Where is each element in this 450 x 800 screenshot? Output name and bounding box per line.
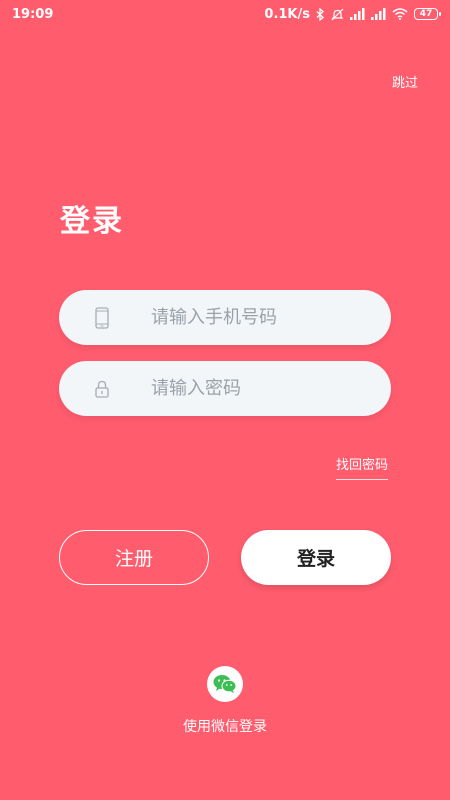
password-field[interactable]: [59, 361, 391, 416]
bluetooth-icon: [316, 7, 324, 21]
password-input[interactable]: [149, 377, 373, 400]
battery-icon: 47: [414, 8, 441, 20]
wechat-login-button[interactable]: [207, 666, 243, 702]
login-button[interactable]: 登录: [241, 530, 391, 585]
lock-icon: [91, 377, 113, 401]
forgot-password-link[interactable]: 找回密码: [335, 454, 388, 480]
network-speed: 0.1K/s: [264, 6, 310, 22]
phone-field[interactable]: [59, 290, 391, 345]
mute-bell-icon: [331, 8, 344, 20]
wechat-icon: [213, 675, 237, 693]
phone-icon: [91, 306, 113, 330]
signal-icon-2: [371, 8, 386, 20]
wechat-login-label[interactable]: 使用微信登录: [0, 716, 450, 736]
status-time: 19:09: [12, 6, 54, 22]
wifi-icon: [392, 8, 408, 20]
status-icons: 0.1K/s 47: [264, 6, 441, 22]
register-button[interactable]: 注册: [59, 530, 209, 585]
skip-button[interactable]: 跳过: [392, 72, 418, 91]
status-bar: 19:09 0.1K/s 47: [0, 0, 450, 28]
phone-input[interactable]: [149, 306, 373, 329]
signal-icon: [350, 8, 365, 20]
page-title: 登录: [60, 204, 124, 239]
